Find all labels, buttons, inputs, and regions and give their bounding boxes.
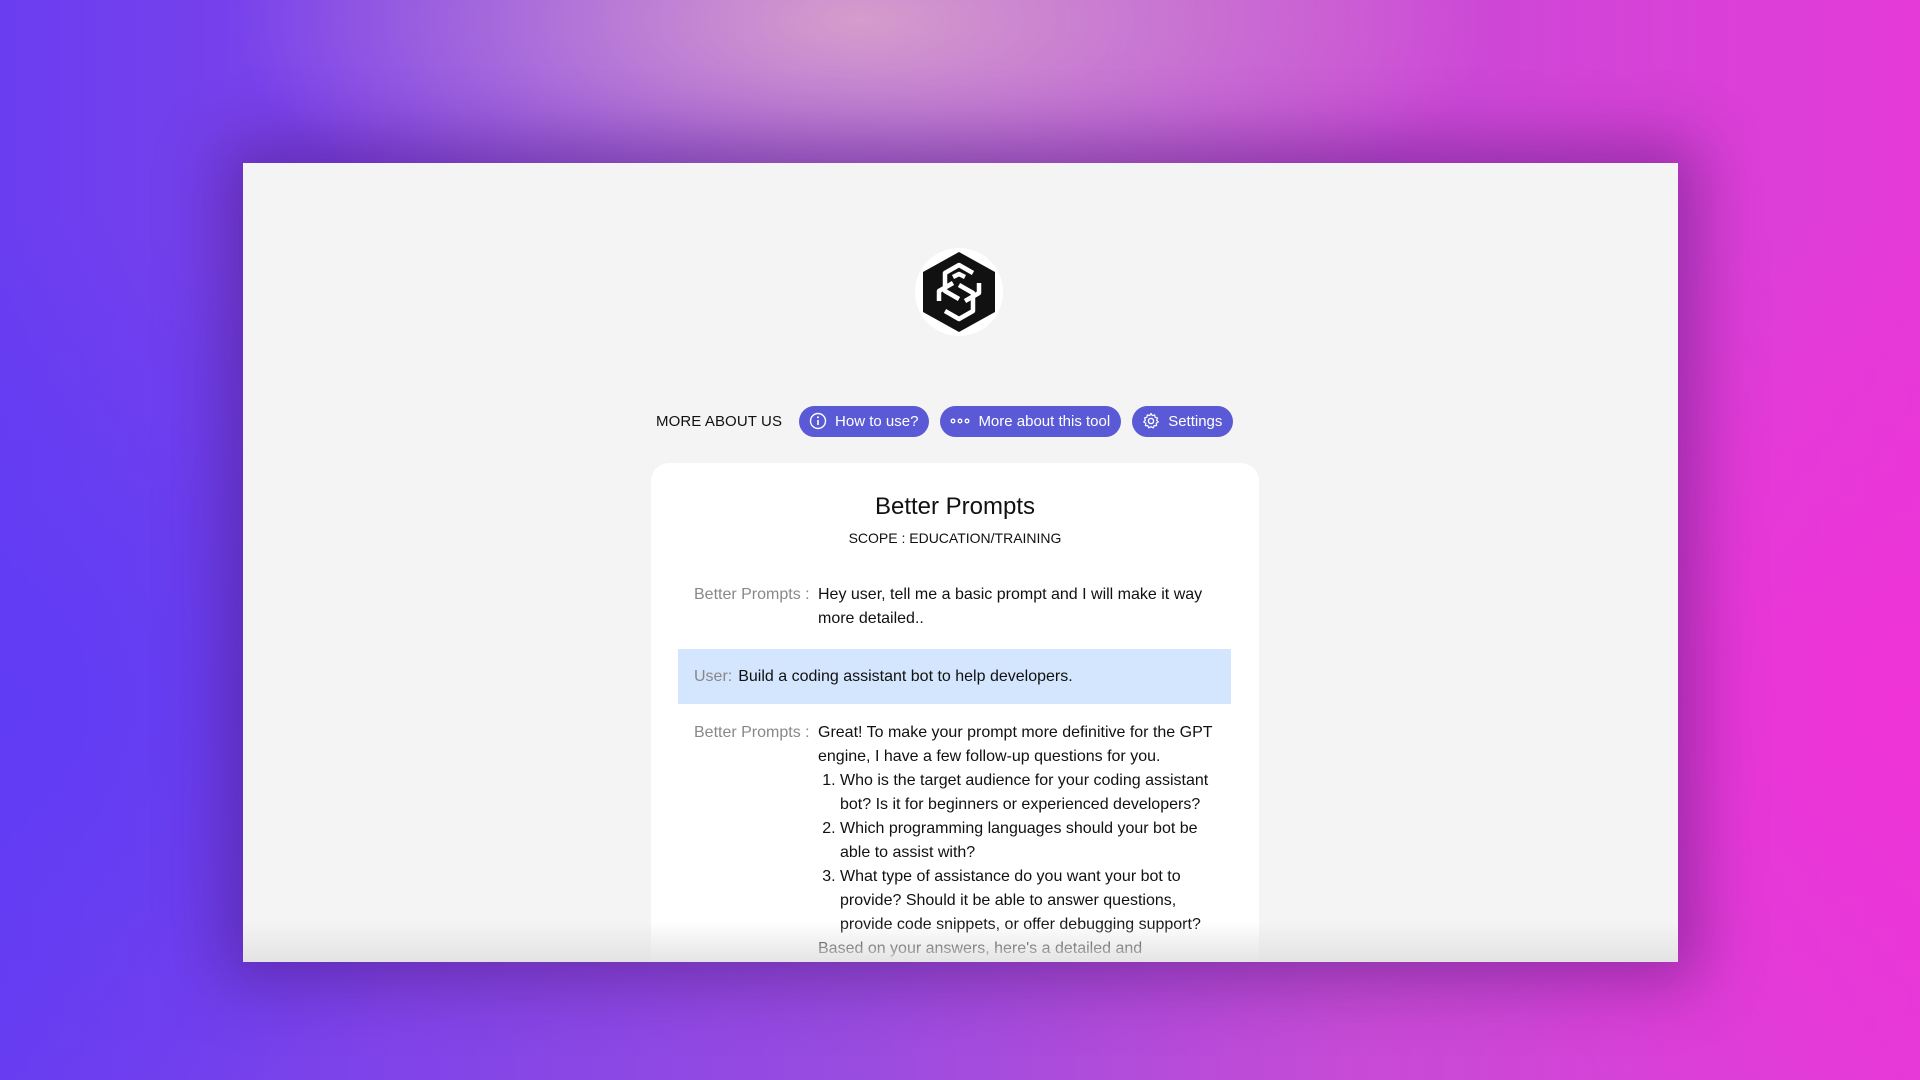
how-to-use-label: How to use? (835, 412, 919, 430)
question-item: Which programming languages should your … (840, 817, 1222, 865)
message-text: Hey user, tell me a basic prompt and I w… (818, 586, 1203, 627)
chat-card: Better Prompts SCOPE : EDUCATION/TRAININ… (651, 463, 1259, 962)
top-nav: MORE ABOUT US How to use? More about thi… (656, 405, 1244, 437)
message-intro: Great! To make your prompt more definiti… (818, 724, 1213, 765)
message-speaker: Better Prompts : (694, 586, 810, 603)
more-about-tool-label: More about this tool (978, 412, 1111, 430)
message-speaker: User: (694, 667, 733, 685)
message-speaker: Better Prompts : (694, 724, 810, 741)
gear-icon (1142, 412, 1160, 430)
logo (915, 248, 1003, 336)
more-about-us-label: MORE ABOUT US (656, 412, 783, 430)
logo-icon (923, 252, 995, 332)
message-outro: Based on your answers, here's a detailed… (818, 940, 1143, 957)
user-message: User: Build a coding assistant bot to he… (678, 649, 1231, 704)
bot-message: Better Prompts : Great! To make your pro… (694, 721, 1234, 961)
how-to-use-button[interactable]: How to use? (799, 405, 930, 437)
settings-button[interactable]: Settings (1132, 405, 1234, 437)
follow-up-questions: Who is the target audience for your codi… (818, 769, 1222, 937)
question-item: Who is the target audience for your codi… (840, 769, 1222, 817)
bot-message: Better Prompts : Hey user, tell me a bas… (694, 583, 1234, 631)
message-text: Build a coding assistant bot to help dev… (738, 667, 1073, 685)
more-about-tool-button[interactable]: More about this tool (940, 405, 1122, 437)
app-window: MORE ABOUT US How to use? More about thi… (243, 163, 1678, 962)
settings-label: Settings (1168, 412, 1223, 430)
message-body: Great! To make your prompt more definiti… (818, 721, 1222, 961)
card-title: Better Prompts (874, 493, 1036, 520)
question-item: What type of assistance do you want your… (840, 865, 1222, 937)
card-scope: SCOPE : EDUCATION/TRAINING (848, 530, 1062, 546)
more-dots-icon (950, 412, 970, 430)
info-icon (809, 412, 827, 430)
